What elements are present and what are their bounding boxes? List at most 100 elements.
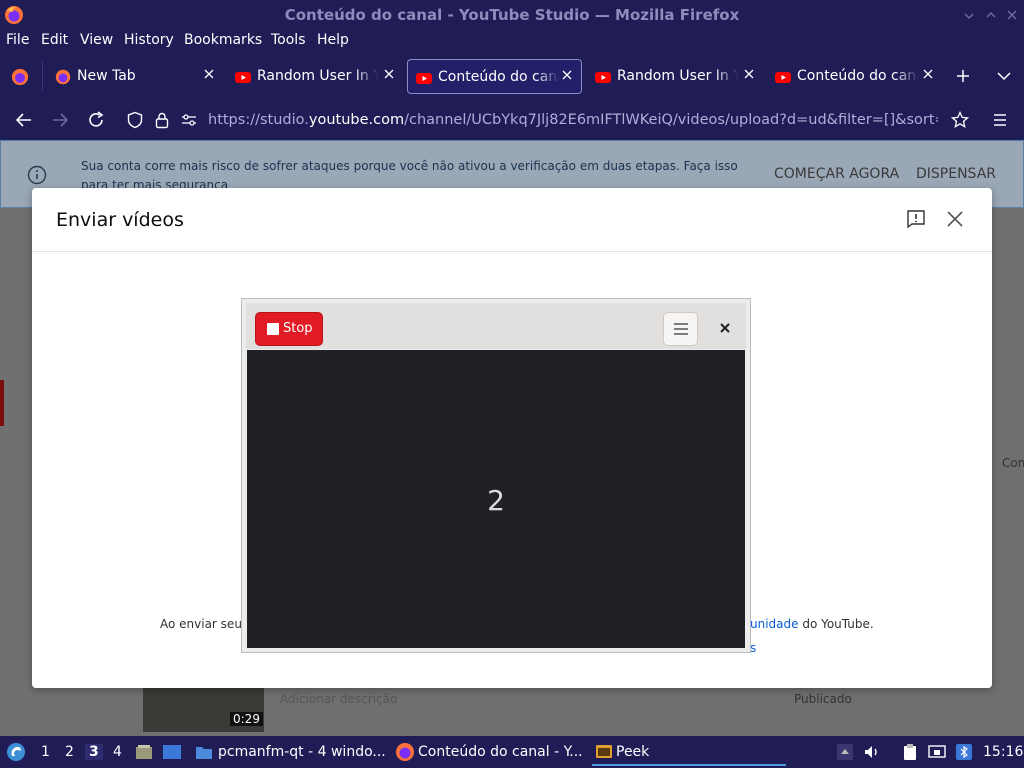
peek-recorder-window: Stop 2 [241, 298, 751, 653]
studio-sidebar [0, 208, 32, 736]
hamburger-menu-icon[interactable] [989, 109, 1011, 131]
column-header: Com [1002, 456, 1024, 470]
taskbar-item-pcmanfm[interactable]: pcmanfm-qt - 4 windo... [194, 738, 386, 766]
taskbar-item-label: Conteúdo do canal - Y... [418, 744, 583, 760]
tab-conteudo-do-canal-active[interactable]: Conteúdo do canal [407, 59, 582, 94]
tab-divider [42, 62, 43, 90]
youtube-icon [235, 72, 251, 83]
hamburger-menu-icon [674, 323, 688, 335]
reload-icon[interactable] [85, 109, 107, 131]
taskbar-item-label: Peek [616, 744, 650, 760]
menu-view[interactable]: View [80, 32, 113, 48]
start-now-button[interactable]: COMEÇAR AGORA [774, 166, 899, 182]
show-desktop-icon[interactable] [162, 743, 182, 761]
menu-bookmarks[interactable]: Bookmarks [184, 32, 262, 48]
list-all-tabs-chevron-icon[interactable] [996, 69, 1012, 83]
dialog-header-divider [32, 251, 992, 252]
close-tab-icon[interactable] [561, 69, 573, 81]
menu-help[interactable]: Help [317, 32, 349, 48]
navigation-toolbar: https://studio.youtube.com/channel/UCbYk… [0, 100, 1024, 140]
stop-button[interactable]: Stop [255, 312, 323, 346]
minimize-icon[interactable] [962, 8, 976, 22]
taskbar-item-peek[interactable]: Peek [592, 738, 786, 766]
menu-tools[interactable]: Tools [271, 32, 306, 48]
workspace-1[interactable]: 1 [41, 744, 50, 760]
workspace-3[interactable]: 3 [85, 744, 103, 760]
workspace-4[interactable]: 4 [113, 744, 122, 760]
url-text[interactable]: https://studio.youtube.com/channel/UCbYk… [208, 112, 938, 128]
bookmark-star-icon[interactable] [951, 111, 969, 129]
recording-area: 2 [247, 350, 745, 648]
volume-icon[interactable] [863, 743, 881, 761]
peek-icon [596, 745, 612, 758]
taskbar-item-label: pcmanfm-qt - 4 windo... [218, 744, 386, 760]
file-manager-launcher-icon[interactable] [135, 743, 153, 761]
peek-headerbar: Stop [246, 303, 746, 349]
tab-label: Conteúdo do canal [438, 69, 560, 85]
tab-label: Random User In Yo [257, 68, 379, 84]
legal-text-start: Ao enviar seus [160, 617, 249, 631]
window-title: Conteúdo do canal - YouTube Studio — Moz… [284, 6, 740, 24]
video-description: Adicionar descrição [280, 692, 398, 706]
tab-label: Random User In Yo [617, 68, 739, 84]
tab-random-user-2[interactable]: Random User In Yo [587, 59, 763, 94]
taskbar-item-firefox[interactable]: Conteúdo do canal - Y... [394, 738, 586, 766]
url-prefix: https://studio. [208, 112, 309, 128]
firefox-icon [55, 69, 71, 85]
community-guidelines-link[interactable]: unidade [750, 617, 799, 631]
info-icon [27, 165, 47, 185]
close-tab-icon[interactable] [922, 68, 934, 80]
countdown-number: 2 [487, 484, 505, 517]
video-status: Publicado [794, 692, 852, 706]
stop-label: Stop [283, 321, 313, 336]
close-tab-icon[interactable] [203, 68, 215, 80]
feedback-icon[interactable] [906, 209, 926, 229]
youtube-icon [775, 72, 791, 83]
dismiss-button[interactable]: DISPENSAR [916, 166, 996, 182]
menu-file[interactable]: File [6, 32, 29, 48]
tab-random-user-1[interactable]: Random User In Yo [227, 59, 403, 94]
menu-history[interactable]: History [124, 32, 174, 48]
maximize-icon[interactable] [984, 8, 998, 22]
firefox-view-icon[interactable] [11, 68, 29, 86]
new-tab-plus-icon[interactable] [955, 68, 971, 84]
tab-label: Conteúdo do canal [797, 68, 919, 84]
youtube-icon [595, 72, 611, 83]
taskbar: 1 2 3 4 pcmanfm-qt - 4 windo... Conteúdo… [0, 736, 1024, 768]
menu-edit[interactable]: Edit [41, 32, 68, 48]
lock-icon[interactable] [154, 111, 170, 129]
firefox-icon [396, 743, 414, 761]
close-tab-icon[interactable] [383, 68, 395, 80]
tab-strip: New Tab Random User In Yo Conteúdo do ca… [0, 52, 1024, 100]
window-close-icon[interactable] [1005, 8, 1019, 22]
forward-arrow-icon[interactable] [49, 109, 71, 131]
legal-text-suffix: do YouTube. [798, 617, 874, 631]
peek-menu-button[interactable] [663, 312, 698, 346]
back-arrow-icon[interactable] [13, 109, 35, 131]
menu-bar: File Edit View History Bookmarks Tools H… [0, 30, 1024, 52]
start-menu-icon[interactable] [6, 742, 26, 762]
tray-up-arrow-icon[interactable] [836, 743, 854, 761]
close-icon[interactable] [719, 322, 731, 334]
stop-icon [267, 323, 279, 335]
url-path: /channel/UCbYkq7Jlj82E6mIFTlWKeiQ/videos… [404, 112, 938, 128]
youtube-icon [416, 73, 432, 84]
workspace-2[interactable]: 2 [65, 744, 74, 760]
dialog-title: Enviar vídeos [56, 209, 184, 231]
clipboard-icon[interactable] [901, 743, 919, 761]
sidebar-active-indicator [0, 380, 4, 426]
window-titlebar: Conteúdo do canal - YouTube Studio — Moz… [0, 0, 1024, 30]
tab-conteudo-do-canal-2[interactable]: Conteúdo do canal [767, 59, 942, 94]
url-domain: youtube.com [308, 112, 405, 128]
shield-icon[interactable] [126, 111, 144, 129]
bluetooth-icon[interactable] [955, 743, 973, 761]
network-icon[interactable] [928, 743, 946, 761]
url-bar[interactable]: https://studio.youtube.com/channel/UCbYk… [120, 104, 988, 136]
tab-new-tab[interactable]: New Tab [47, 59, 223, 94]
folder-icon [196, 747, 212, 759]
clock: 15:16 [983, 744, 1024, 760]
permissions-sliders-icon[interactable] [180, 112, 198, 128]
close-tab-icon[interactable] [743, 68, 755, 80]
legal-text-end: unidade do YouTube. [750, 617, 874, 631]
close-icon[interactable] [946, 210, 964, 228]
